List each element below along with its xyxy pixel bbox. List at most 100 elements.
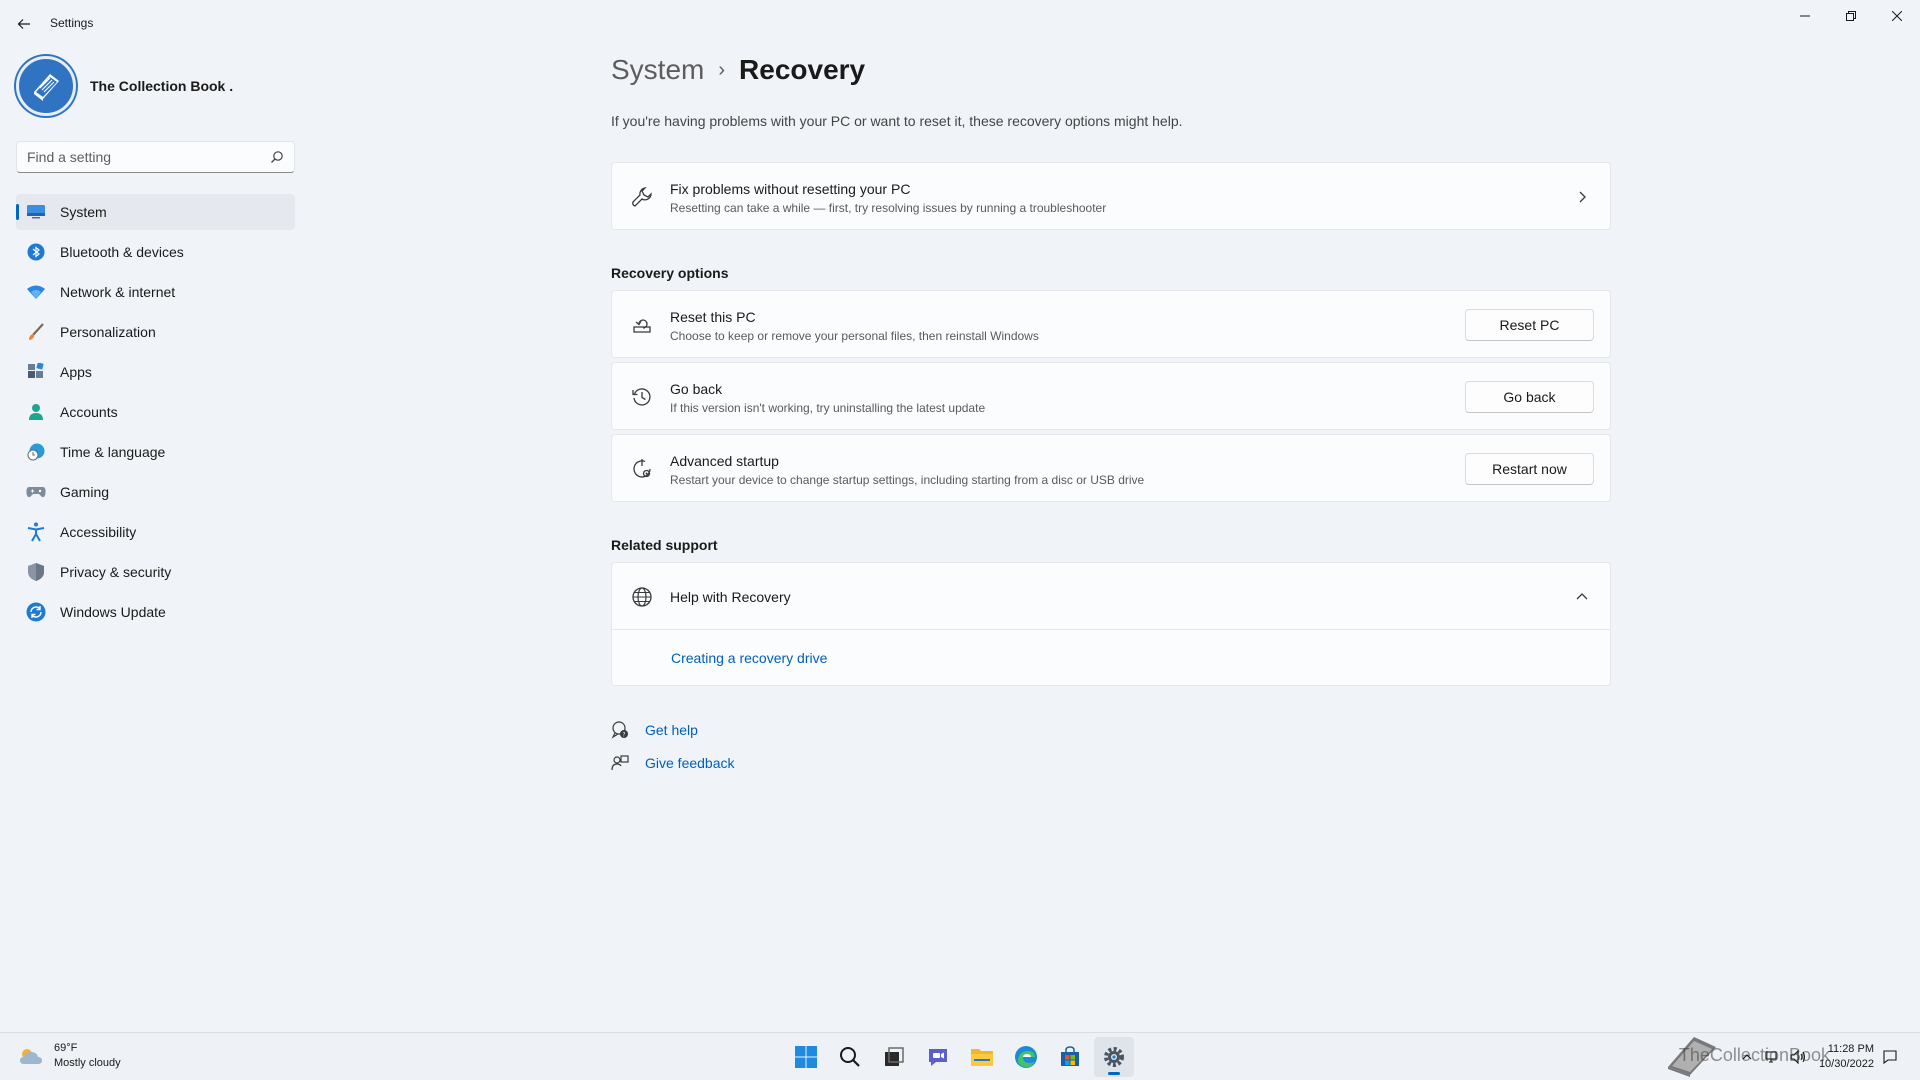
sidebar-item-accessibility[interactable]: Accessibility	[16, 514, 295, 550]
search-icon	[840, 1047, 860, 1067]
close-button[interactable]	[1874, 4, 1920, 28]
sidebar-item-label: Bluetooth & devices	[60, 244, 184, 260]
wifi-icon	[26, 282, 46, 302]
sidebar-item-system[interactable]: System	[16, 194, 295, 230]
globe-clock-icon	[26, 442, 46, 462]
chevron-right-icon	[1574, 189, 1590, 205]
advanced-startup-card: Advanced startup Restart your device to …	[611, 434, 1611, 502]
page-title: Recovery	[739, 54, 866, 85]
back-button[interactable]	[12, 12, 36, 36]
sidebar-item-label: Network & internet	[60, 284, 176, 300]
close-icon	[1892, 11, 1902, 21]
give-feedback-row[interactable]: Give feedback	[611, 754, 735, 772]
gear-icon	[1104, 1047, 1124, 1067]
wrench-icon	[630, 185, 654, 209]
search-box[interactable]	[16, 141, 295, 173]
start-button[interactable]	[786, 1037, 826, 1077]
restart-now-button[interactable]: Restart now	[1465, 453, 1594, 485]
weather-description: Mostly cloudy	[54, 1057, 121, 1069]
sidebar-item-label: Apps	[60, 364, 92, 380]
creating-recovery-drive-link[interactable]: Creating a recovery drive	[671, 650, 827, 666]
svg-text:?: ?	[622, 732, 625, 739]
brush-icon	[26, 322, 46, 342]
get-help-link[interactable]: Get help	[645, 722, 698, 738]
sidebar-item-personalization[interactable]: Personalization	[16, 314, 295, 350]
clock-date: 10/30/2022	[1818, 1058, 1874, 1070]
feedback-icon	[611, 754, 629, 772]
chat-button[interactable]	[918, 1037, 958, 1077]
sidebar-item-label: Accounts	[60, 404, 118, 420]
clock-time: 11:28 PM	[1827, 1043, 1874, 1055]
accessibility-icon	[26, 522, 46, 542]
file-explorer-button[interactable]	[962, 1037, 1002, 1077]
sidebar-item-label: Windows Update	[60, 604, 166, 620]
sidebar-item-label: Accessibility	[60, 524, 137, 540]
person-icon	[26, 402, 46, 422]
search-input[interactable]	[17, 142, 257, 172]
notification-icon[interactable]	[1880, 1047, 1900, 1067]
breadcrumb-parent[interactable]: System	[611, 54, 704, 86]
reset-pc-button[interactable]: Reset PC	[1465, 309, 1594, 341]
chat-icon	[929, 1049, 947, 1066]
sidebar-item-windows-update[interactable]: Windows Update	[16, 594, 295, 630]
settings-app-button[interactable]	[1094, 1037, 1134, 1077]
restart-settings-icon	[630, 457, 654, 481]
restore-icon	[1846, 11, 1856, 21]
folder-icon	[971, 1049, 993, 1066]
book-icon	[34, 74, 59, 101]
reset-pc-icon	[630, 313, 654, 337]
reset-pc-title: Reset this PC	[670, 309, 756, 325]
reset-pc-subtitle: Choose to keep or remove your personal f…	[670, 329, 1039, 343]
page-description: If you're having problems with your PC o…	[611, 113, 1183, 129]
give-feedback-link[interactable]: Give feedback	[645, 755, 735, 771]
shield-icon	[26, 562, 46, 582]
profile-name: The Collection Book .	[90, 78, 234, 94]
fix-problems-title: Fix problems without resetting your PC	[670, 181, 911, 197]
fix-problems-card[interactable]: Fix problems without resetting your PC R…	[611, 162, 1611, 230]
sidebar-item-label: System	[60, 204, 107, 220]
chevron-up-icon[interactable]	[1574, 589, 1590, 605]
volume-icon[interactable]	[1789, 1047, 1809, 1067]
taskbar-search-button[interactable]	[830, 1037, 870, 1077]
search-icon	[271, 151, 283, 163]
sidebar-item-network[interactable]: Network & internet	[16, 274, 295, 310]
monitor-icon	[26, 202, 46, 222]
task-view-button[interactable]	[874, 1037, 914, 1077]
clock[interactable]: 11:28 PM 10/30/2022	[1819, 1042, 1874, 1072]
help-with-recovery-card: Help with Recovery Creating a recovery d…	[611, 562, 1611, 686]
go-back-title: Go back	[670, 381, 723, 397]
edge-icon	[1015, 1046, 1037, 1068]
sidebar-item-apps[interactable]: Apps	[16, 354, 295, 390]
bluetooth-icon	[26, 242, 46, 262]
cloud-icon	[20, 1049, 42, 1064]
sidebar-item-accounts[interactable]: Accounts	[16, 394, 295, 430]
chevron-up-icon[interactable]	[1737, 1047, 1757, 1067]
title-bar: Settings	[0, 0, 1920, 48]
get-help-row[interactable]: ? Get help	[611, 721, 698, 739]
weather-widget[interactable]: 69°F Mostly cloudy	[18, 1041, 121, 1071]
edge-browser-button[interactable]	[1006, 1037, 1046, 1077]
store-button[interactable]	[1050, 1037, 1090, 1077]
sidebar-item-time-language[interactable]: Time & language	[16, 434, 295, 470]
app-title: Settings	[50, 16, 94, 30]
user-profile[interactable]: The Collection Book .	[16, 56, 233, 116]
avatar	[16, 56, 76, 116]
minimize-button[interactable]	[1782, 4, 1828, 28]
sidebar-item-gaming[interactable]: Gaming	[16, 474, 295, 510]
go-back-card: Go back If this version isn't working, t…	[611, 362, 1611, 430]
network-icon[interactable]	[1763, 1047, 1783, 1067]
help-with-recovery-title: Help with Recovery	[670, 589, 791, 605]
sidebar-item-privacy[interactable]: Privacy & security	[16, 554, 295, 590]
related-support-heading: Related support	[611, 537, 718, 553]
sidebar-nav: System Bluetooth & devices Network & int…	[16, 194, 295, 634]
sidebar-item-bluetooth[interactable]: Bluetooth & devices	[16, 234, 295, 270]
windows-logo-icon	[795, 1046, 817, 1068]
go-back-subtitle: If this version isn't working, try unins…	[670, 401, 986, 415]
advanced-startup-title: Advanced startup	[670, 453, 779, 469]
restore-button[interactable]	[1828, 4, 1874, 28]
fix-problems-subtitle: Resetting can take a while — first, try …	[670, 201, 1107, 215]
help-with-recovery-header[interactable]: Help with Recovery	[612, 563, 1610, 630]
sidebar-item-label: Gaming	[60, 484, 110, 500]
go-back-button[interactable]: Go back	[1465, 381, 1594, 413]
recovery-options-heading: Recovery options	[611, 265, 729, 281]
